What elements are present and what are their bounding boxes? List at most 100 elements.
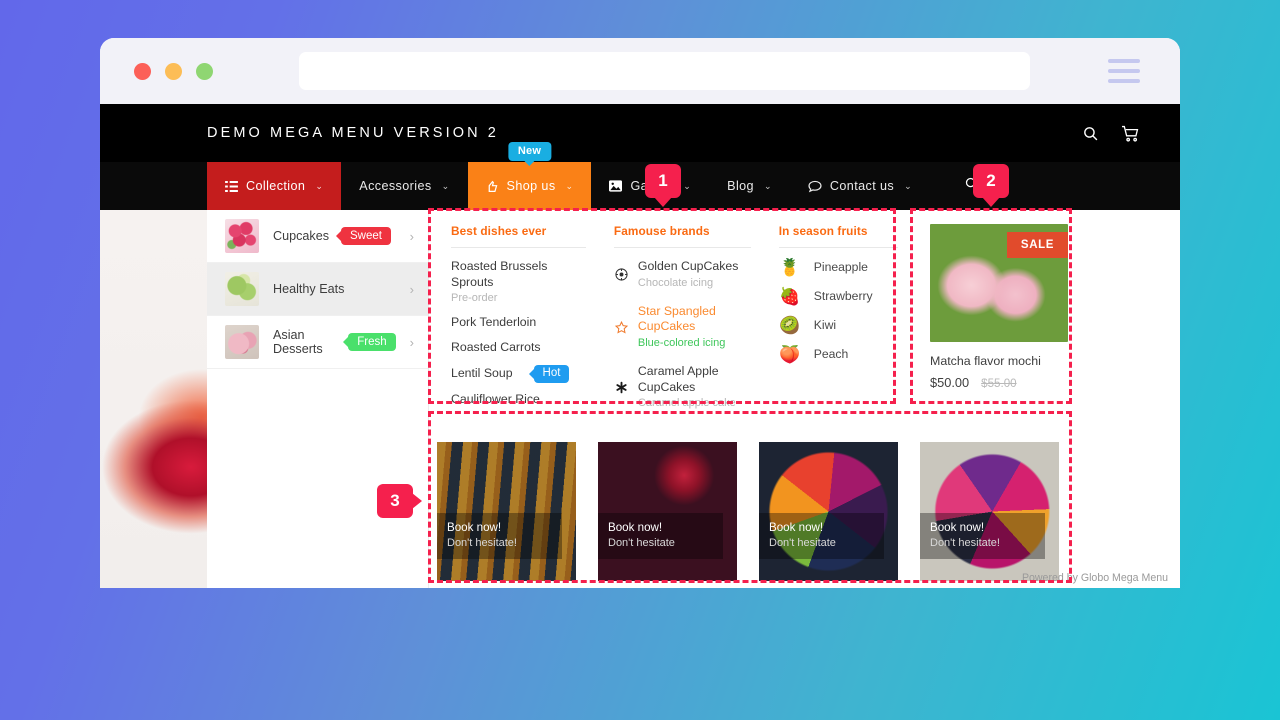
link-sublabel: Chocolate icing — [637, 276, 714, 289]
link-label: Cauliflower Rice — [451, 391, 540, 406]
banner-row: Book now! Don't hesitate! Book now! Don'… — [429, 434, 1180, 582]
mega-column-best-dishes: Best dishes ever Roasted Brussels Sprout… — [437, 224, 600, 420]
list-item[interactable]: Pork Tenderloin — [451, 315, 586, 331]
list-item[interactable]: 🍓 Strawberry — [779, 288, 898, 305]
list-item[interactable]: 🍍 Pineapple — [779, 259, 898, 276]
sidebar-item-cupcakes[interactable]: Cupcakes Sweet › — [207, 210, 428, 263]
block-links-group: Best dishes ever Roasted Brussels Sprout… — [429, 210, 912, 434]
nav-item-collection[interactable]: Collection ⌄ — [207, 162, 342, 210]
banner-subtitle: Don't hesitate — [769, 537, 836, 550]
star-outline-icon — [614, 320, 629, 334]
link-sublabel: Blue-colored icing — [637, 337, 726, 350]
healthy-eats-thumb — [225, 272, 259, 306]
sidebar-item-label: Healthy Eats — [273, 282, 345, 296]
list-item[interactable]: Caramel Apple CupCakes Caramel apple cak… — [614, 364, 751, 411]
product-card[interactable]: SALE Matcha flavor mochi $50.00 $55.00 — [930, 210, 1090, 434]
site-viewport: DEMO MEGA MENU VERSION 2 Collection ⌄ Ac… — [100, 104, 1180, 588]
asterisk-circle-icon — [614, 268, 629, 281]
chevron-down-icon: ⌄ — [683, 180, 692, 191]
nav-label: Collection — [246, 179, 306, 193]
link-label: Strawberry — [813, 288, 873, 303]
status-badge-hot: Hot — [533, 364, 570, 383]
list-item[interactable]: 🥝 Kiwi — [779, 317, 898, 334]
background-photo — [100, 210, 207, 588]
list-item[interactable]: Cauliflower Rice — [451, 392, 586, 408]
banner-title: Book now! — [447, 520, 502, 534]
banner-overlay: Book now! Don't hesitate — [759, 512, 884, 560]
divider — [613, 247, 751, 248]
product-prices: $50.00 $55.00 — [930, 375, 1090, 390]
marker-1: 1 — [645, 164, 681, 198]
close-window-button[interactable] — [134, 62, 151, 80]
chevron-down-icon: ⌄ — [441, 180, 450, 191]
list-item[interactable]: Lentil Soup Hot — [451, 364, 586, 383]
list-item[interactable]: Golden CupCakes Chocolate icing — [614, 259, 751, 291]
mega-column-in-season-fruits: In season fruits 🍍 Pineapple 🍓 Strawberr… — [765, 224, 912, 420]
nav-badge-new: New — [507, 142, 552, 161]
kiwi-icon: 🥝 — [779, 316, 801, 335]
link-label: Pork Tenderloin — [451, 315, 537, 330]
nav-label: Accessories — [359, 179, 432, 193]
list-item[interactable]: 🍑 Peach — [779, 346, 898, 363]
chevron-right-icon: › — [409, 228, 414, 244]
sale-badge: SALE — [1006, 232, 1068, 258]
nav-label: Shop us — [506, 179, 556, 193]
search-icon[interactable] — [1082, 125, 1099, 142]
nav-item-blog[interactable]: Blog ⌄ — [709, 162, 790, 210]
link-label: Roasted Brussels Sprouts — [451, 259, 548, 289]
status-badge-fresh: Fresh — [348, 333, 396, 351]
main-navigation: Collection ⌄ Accessories ⌄ New Shop us ⌄ — [100, 142, 1180, 210]
product-compare-price: $55.00 — [981, 377, 1017, 390]
marker-2: 2 — [973, 164, 1009, 198]
nav-item-contact-us[interactable]: Contact us ⌄ — [790, 162, 930, 210]
list-icon — [225, 180, 238, 192]
banner-fruit-platter[interactable]: Book now! Don't hesitate — [759, 442, 898, 582]
nav-item-accessories[interactable]: Accessories ⌄ — [341, 162, 467, 210]
list-item[interactable]: Star Spangled CupCakes Blue-colored icin… — [614, 304, 751, 351]
strawberry-icon: 🍓 — [779, 287, 801, 306]
divider — [451, 247, 586, 248]
banner-berry-cakes[interactable]: Book now! Don't hesitate — [598, 442, 737, 582]
link-label: Pineapple — [813, 259, 868, 274]
chevron-down-icon: ⌄ — [565, 180, 574, 191]
sidebar-item-healthy-eats[interactable]: Healthy Eats › — [207, 263, 428, 316]
chevron-down-icon: ⌄ — [763, 180, 772, 191]
banner-overlay: Book now! Don't hesitate — [598, 512, 723, 560]
link-label: Golden CupCakes — [637, 259, 739, 273]
banner-title: Book now! — [930, 520, 985, 534]
chevron-right-icon: › — [409, 334, 414, 350]
link-label: Kiwi — [813, 317, 837, 332]
chat-icon — [808, 180, 822, 193]
status-badge-sweet: Sweet — [341, 227, 391, 245]
cart-icon[interactable] — [1121, 125, 1140, 142]
link-sublabel: Caramel apple cake — [637, 397, 736, 410]
address-bar[interactable] — [299, 52, 1030, 90]
divider — [778, 247, 898, 248]
banner-overlay: Book now! Don't hesitate! — [920, 512, 1045, 560]
list-item[interactable]: Roasted Carrots — [451, 340, 586, 356]
list-item[interactable]: Roasted Brussels Sprouts Pre-order — [451, 259, 586, 306]
thumbs-up-icon — [486, 180, 499, 193]
link-label: Lentil Soup — [451, 365, 513, 380]
pineapple-icon: 🍍 — [779, 258, 801, 277]
header-icons — [1082, 125, 1140, 142]
site-body: Cupcakes Sweet › Healthy Eats › Asian De — [100, 210, 1180, 588]
product-title: Matcha flavor mochi — [930, 354, 1041, 368]
browser-toolbar — [100, 38, 1180, 104]
product-image: SALE — [930, 224, 1068, 342]
nav-item-shop-us[interactable]: New Shop us ⌄ — [467, 142, 592, 210]
powered-by-note: Powered by Globo Mega Menu — [1021, 572, 1168, 584]
column-title: In season fruits — [778, 224, 868, 238]
minimize-window-button[interactable] — [165, 62, 182, 80]
sidebar-item-asian-desserts[interactable]: Asian Desserts Fresh › — [207, 316, 428, 369]
image-icon — [609, 180, 623, 192]
banner-overlay: Book now! Don't hesitate! — [437, 512, 562, 560]
site-title: DEMO MEGA MENU VERSION 2 — [207, 125, 499, 141]
banner-tacos[interactable]: Book now! Don't hesitate! — [437, 442, 576, 582]
sidebar-item-label: Cupcakes — [273, 229, 330, 243]
cupcakes-thumb — [225, 219, 259, 253]
hamburger-icon[interactable] — [1108, 59, 1140, 83]
maximize-window-button[interactable] — [196, 62, 213, 80]
asterisk-icon — [614, 381, 629, 394]
banner-pink-platter[interactable]: Book now! Don't hesitate! — [920, 442, 1059, 582]
